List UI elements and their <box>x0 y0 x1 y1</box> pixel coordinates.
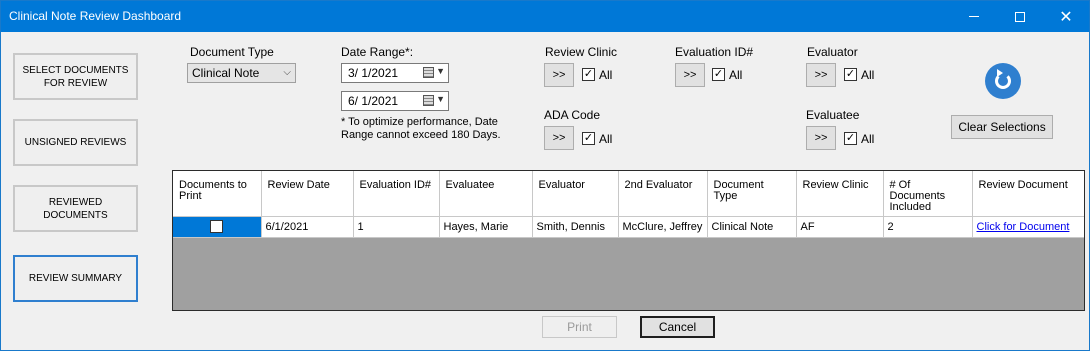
second-evaluator-cell: McClure, Jeffrey <box>618 216 708 238</box>
column-header-documents-included[interactable]: # Of Documents Included <box>883 171 973 217</box>
review-clinic-all-checkbox[interactable]: ✓ <box>582 68 595 81</box>
date-from-value: 3/ 1/2021 <box>348 66 399 80</box>
evaluatee-all-label: All <box>861 132 875 146</box>
evaluation-id-pick-button[interactable]: >> <box>675 63 705 87</box>
review-summary-button[interactable]: REVIEW SUMMARY <box>13 255 138 302</box>
minimize-button[interactable] <box>951 1 997 32</box>
evaluator-label: Evaluator <box>807 45 858 59</box>
date-from-picker[interactable]: 3/ 1/2021 ▼ <box>341 63 449 83</box>
date-to-picker[interactable]: 6/ 1/2021 ▼ <box>341 91 449 111</box>
print-checkbox-cell[interactable] <box>173 216 262 238</box>
review-clinic-label: Review Clinic <box>545 45 618 59</box>
chevron-down-icon: ⌵ <box>283 67 291 78</box>
evaluation-id-label: Evaluation ID# <box>675 45 754 59</box>
evaluator-cell: Smith, Dennis <box>532 216 619 238</box>
table-row[interactable]: 6/1/2021 1 Hayes, Marie Smith, Dennis Mc… <box>173 216 1084 238</box>
cancel-button[interactable]: Cancel <box>640 316 715 338</box>
table-header-row: Documents to Print Review Date Evaluatio… <box>173 171 1084 217</box>
evaluation-id-all-label: All <box>729 68 743 82</box>
refresh-arrow-tip <box>997 69 1003 77</box>
evaluator-all-checkbox[interactable]: ✓ <box>844 68 857 81</box>
date-to-value: 6/ 1/2021 <box>348 94 399 108</box>
dropdown-arrow-icon: ▼ <box>436 66 445 76</box>
calendar-icon <box>423 95 434 106</box>
ada-code-all-checkbox[interactable]: ✓ <box>582 132 595 145</box>
review-clinic-all-label: All <box>599 68 613 82</box>
document-type-cell: Clinical Note <box>707 216 797 238</box>
maximize-icon <box>1015 11 1025 22</box>
date-range-label: Date Range*: <box>341 45 414 59</box>
minimize-icon <box>969 16 979 17</box>
column-header-documents-to-print[interactable]: Documents to Print <box>173 171 262 217</box>
ada-code-pick-button[interactable]: >> <box>544 126 574 150</box>
select-documents-button[interactable]: SELECT DOCUMENTS FOR REVIEW <box>13 53 138 100</box>
review-date-cell: 6/1/2021 <box>261 216 354 238</box>
ada-code-label: ADA Code <box>544 108 601 122</box>
evaluator-pick-button[interactable]: >> <box>806 63 836 87</box>
evaluatee-all-checkbox[interactable]: ✓ <box>844 132 857 145</box>
column-header-document-type[interactable]: Document Type <box>707 171 797 217</box>
document-type-value: Clinical Note <box>192 66 260 80</box>
results-table: Documents to Print Review Date Evaluatio… <box>173 171 1084 238</box>
evaluatee-cell: Hayes, Marie <box>439 216 533 238</box>
document-type-label: Document Type <box>190 45 274 59</box>
click-for-document-link[interactable]: Click for Document <box>977 221 1070 233</box>
date-range-note: * To optimize performance, Date Range ca… <box>341 116 501 141</box>
column-header-evaluator[interactable]: Evaluator <box>532 171 619 217</box>
column-header-review-clinic[interactable]: Review Clinic <box>796 171 884 217</box>
reviewed-documents-button[interactable]: REVIEWED DOCUMENTS <box>13 185 138 232</box>
column-header-review-date[interactable]: Review Date <box>261 171 354 217</box>
app-window: Clinical Note Review Dashboard ✕ SELECT … <box>0 0 1090 351</box>
evaluatee-pick-button[interactable]: >> <box>806 126 836 150</box>
results-grid: Documents to Print Review Date Evaluatio… <box>172 170 1085 311</box>
refresh-icon[interactable] <box>985 63 1021 99</box>
evaluatee-label: Evaluatee <box>806 108 860 122</box>
document-type-select[interactable]: Clinical Note ⌵ <box>187 63 296 83</box>
column-header-evaluatee[interactable]: Evaluatee <box>439 171 533 217</box>
ada-code-all-label: All <box>599 132 613 146</box>
column-header-review-document[interactable]: Review Document <box>972 171 1084 217</box>
calendar-icon <box>423 67 434 78</box>
close-button[interactable]: ✕ <box>1043 1 1089 32</box>
evaluator-all-label: All <box>861 68 875 82</box>
close-icon: ✕ <box>1059 6 1073 26</box>
title-bar: Clinical Note Review Dashboard ✕ <box>1 1 1089 32</box>
unsigned-reviews-button[interactable]: UNSIGNED REVIEWS <box>13 119 138 166</box>
evaluation-id-cell: 1 <box>353 216 440 238</box>
clear-selections-button[interactable]: Clear Selections <box>951 115 1053 139</box>
evaluation-id-all-checkbox[interactable]: ✓ <box>712 68 725 81</box>
documents-included-cell: 2 <box>883 216 973 238</box>
review-document-cell: Click for Document <box>972 216 1084 238</box>
print-checkbox[interactable] <box>210 220 224 233</box>
maximize-button[interactable] <box>997 1 1043 32</box>
review-clinic-pick-button[interactable]: >> <box>544 63 574 87</box>
review-clinic-cell: AF <box>796 216 884 238</box>
column-header-second-evaluator[interactable]: 2nd Evaluator <box>618 171 708 217</box>
window-title: Clinical Note Review Dashboard <box>9 9 182 23</box>
dropdown-arrow-icon: ▼ <box>436 94 445 104</box>
column-header-evaluation-id[interactable]: Evaluation ID# <box>353 171 440 217</box>
print-button[interactable]: Print <box>542 316 617 338</box>
